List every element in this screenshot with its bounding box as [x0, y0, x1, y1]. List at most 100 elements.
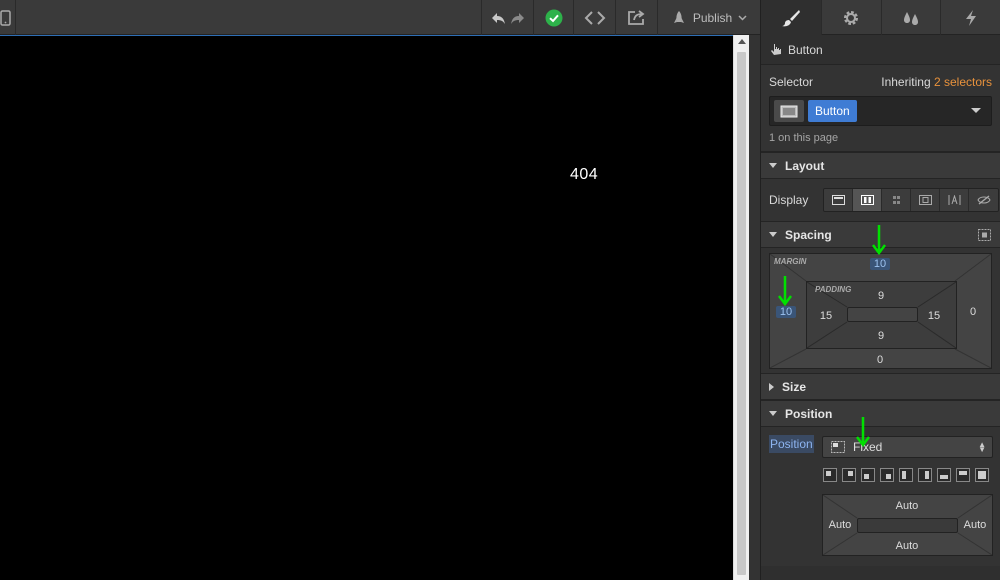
- padding-box: PADDING 9 15 9 15: [806, 281, 957, 349]
- position-fixed-icon: [831, 441, 845, 453]
- design-canvas[interactable]: 404: [0, 35, 733, 580]
- selector-field[interactable]: Button: [769, 96, 992, 126]
- layout-section: Display: [761, 179, 1000, 221]
- preset-bottom-left[interactable]: [861, 468, 875, 482]
- margin-box: MARGIN 10 0 0 10 PADDING 9 15 9 15: [769, 253, 992, 369]
- selector-label: Selector: [769, 75, 814, 89]
- size-title: Size: [782, 379, 807, 394]
- publish-label: Publish: [692, 10, 733, 25]
- padding-right-value[interactable]: 15: [924, 310, 944, 322]
- padding-top-value[interactable]: 9: [871, 290, 891, 302]
- margin-left-value[interactable]: 10: [776, 306, 796, 318]
- code-icon: [584, 10, 605, 25]
- expand-triangle-icon: [769, 382, 774, 391]
- selected-element-row: Button: [761, 35, 1000, 65]
- preset-left[interactable]: [899, 468, 913, 482]
- display-inline-block-icon: [860, 195, 874, 205]
- position-label: Position: [769, 435, 814, 453]
- display-none-button[interactable]: [969, 189, 999, 211]
- redo-icon[interactable]: [508, 10, 526, 26]
- eye-slash-icon: [977, 195, 991, 205]
- preset-bottom-right[interactable]: [880, 468, 894, 482]
- scroll-up-arrow[interactable]: [738, 39, 746, 44]
- device-preview-button[interactable]: [0, 0, 16, 35]
- margin-top-value[interactable]: 10: [870, 258, 890, 270]
- preset-top-right[interactable]: [842, 468, 856, 482]
- canvas-404-text[interactable]: 404: [570, 166, 598, 184]
- preset-top-left[interactable]: [823, 468, 837, 482]
- gear-icon: [844, 10, 859, 25]
- export-button[interactable]: [615, 0, 657, 35]
- tablet-icon: [0, 10, 11, 26]
- display-inline-button[interactable]: [940, 189, 970, 211]
- check-circle-icon: [545, 9, 562, 26]
- display-block-icon: [831, 195, 845, 205]
- publish-button[interactable]: Publish: [657, 0, 760, 35]
- display-block-button[interactable]: [824, 189, 854, 211]
- chevron-down-icon: [738, 14, 747, 21]
- position-section: Position Fixed ▲ ▼ Auto Auto Auto Auto: [761, 427, 1000, 566]
- panel-tabs: [761, 0, 1000, 35]
- inheriting-selectors-link[interactable]: 2 selectors: [934, 75, 992, 89]
- position-offset-box: Auto Auto Auto Auto: [822, 494, 993, 556]
- display-grid-icon: [892, 196, 900, 204]
- offset-right-value[interactable]: Auto: [957, 519, 993, 531]
- scroll-thumb[interactable]: [737, 52, 746, 575]
- tab-interactions[interactable]: [880, 0, 941, 35]
- offset-left-value[interactable]: Auto: [822, 519, 858, 531]
- size-section-header[interactable]: Size: [761, 373, 1000, 400]
- display-inline-icon: [948, 195, 961, 205]
- undo-redo-group: [481, 0, 533, 35]
- preset-bottom[interactable]: [937, 468, 951, 482]
- position-section-header[interactable]: Position: [761, 400, 1000, 427]
- display-label: Display: [769, 193, 809, 207]
- content-box: [847, 307, 918, 322]
- selector-dropdown-caret[interactable]: [971, 108, 981, 113]
- selector-usage-count: 1 on this page: [769, 132, 839, 144]
- margin-right-value[interactable]: 0: [963, 306, 983, 318]
- offset-bottom-value[interactable]: Auto: [889, 540, 925, 552]
- tab-settings[interactable]: [820, 0, 881, 35]
- position-presets: [823, 468, 989, 482]
- display-options: [823, 188, 1000, 212]
- display-flex-button[interactable]: [911, 189, 941, 211]
- style-panel: Button Selector Inheriting 2 selectors B…: [760, 0, 1000, 580]
- canvas-scrollbar[interactable]: [733, 35, 749, 580]
- collapse-triangle-icon: [769, 411, 777, 416]
- inheriting-info: Inheriting 2 selectors: [881, 75, 992, 89]
- paintbrush-icon: [781, 9, 800, 26]
- designer-toolbar: Publish: [0, 0, 760, 35]
- preset-right[interactable]: [918, 468, 932, 482]
- display-flex-icon: [918, 195, 932, 205]
- display-inline-block-button[interactable]: [853, 189, 883, 211]
- selector-section: Selector Inheriting 2 selectors Button 1…: [761, 65, 1000, 152]
- padding-bottom-value[interactable]: 9: [871, 330, 891, 342]
- annotation-arrow-down-icon: [856, 417, 870, 448]
- position-select[interactable]: Fixed ▲ ▼: [822, 436, 993, 458]
- inheriting-prefix: Inheriting: [881, 75, 931, 89]
- position-title: Position: [785, 406, 833, 421]
- layout-title: Layout: [785, 158, 825, 173]
- code-view-button[interactable]: [573, 0, 615, 35]
- padding-label: PADDING: [815, 285, 852, 294]
- preset-top[interactable]: [956, 468, 970, 482]
- tab-style[interactable]: [761, 0, 821, 35]
- preset-full[interactable]: [975, 468, 989, 482]
- display-grid-button[interactable]: [882, 189, 912, 211]
- offset-top-value[interactable]: Auto: [889, 500, 925, 512]
- annotation-arrow-down-icon: [872, 225, 886, 256]
- save-status-button[interactable]: [533, 0, 573, 35]
- tab-lightning[interactable]: [940, 0, 1000, 35]
- element-type-icon: [774, 100, 804, 122]
- layout-section-header[interactable]: Layout: [761, 152, 1000, 179]
- spacing-section: MARGIN 10 0 0 10 PADDING 9 15 9 15: [761, 248, 1000, 373]
- padding-left-value[interactable]: 15: [816, 310, 836, 322]
- export-icon: [627, 10, 644, 25]
- box-model-icon[interactable]: [978, 229, 991, 241]
- margin-bottom-value[interactable]: 0: [870, 354, 890, 366]
- updown-arrows-icon: ▲ ▼: [978, 440, 986, 454]
- selector-chip[interactable]: Button: [808, 100, 857, 122]
- undo-icon[interactable]: [490, 10, 508, 26]
- margin-label: MARGIN: [774, 257, 807, 266]
- panel-gutter: [749, 35, 760, 580]
